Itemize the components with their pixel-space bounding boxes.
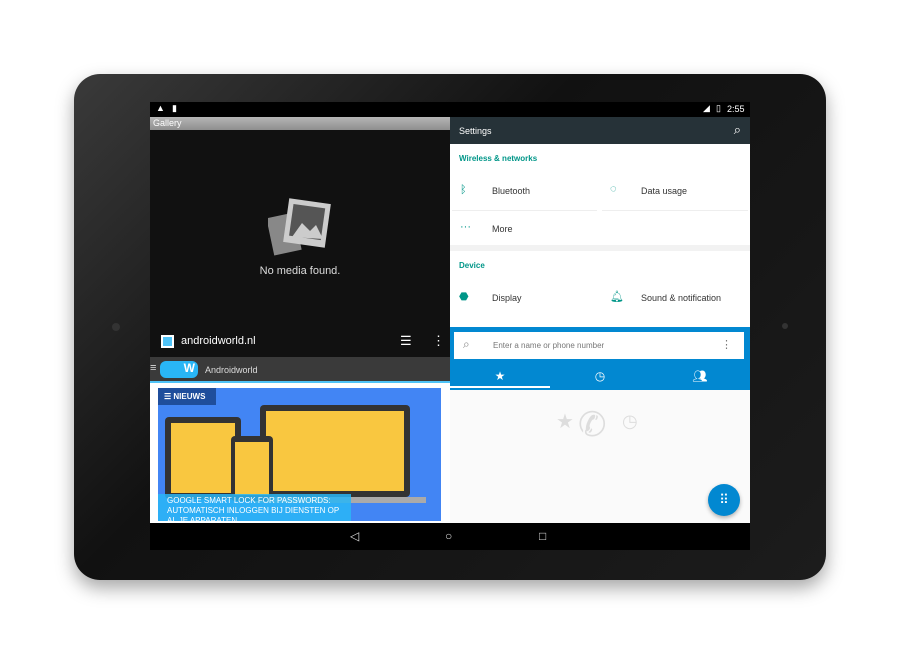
settings-title: Settings [459, 126, 492, 136]
contacts-icon: 👥︎ [692, 369, 708, 383]
menu-icon[interactable]: ⋮ [432, 333, 445, 349]
tabs-icon[interactable]: ☰ [400, 333, 412, 349]
settings-toolbar: Settings ⌕ [450, 117, 750, 144]
camera-dot [112, 323, 120, 331]
overflow-menu-icon[interactable]: ⋮ [721, 338, 732, 351]
empty-phone-icon: ✆ [578, 406, 607, 444]
site-name: Androidworld [205, 365, 258, 375]
wireless-section: Wireless & networks ᛒ Bluetooth ◌ Data u… [450, 144, 750, 245]
item-label: Bluetooth [492, 186, 531, 196]
category-badge: ☰ NIEUWS [158, 388, 216, 405]
divider [452, 210, 597, 211]
gallery-app: Gallery No media found. [150, 117, 450, 327]
browser-toolbar: androidworld.nl ☰ ⋮ [150, 327, 450, 357]
recents-button[interactable]: □ [539, 529, 546, 543]
contact-search-input[interactable]: ⌕ Enter a name or phone number ⋮ [454, 332, 744, 359]
clock-icon: ◷ [594, 369, 606, 383]
tab-contacts[interactable]: 👥︎ [650, 364, 750, 388]
sd-card-icon: ▮ [172, 103, 177, 113]
bluetooth-icon: ᛒ [460, 184, 467, 196]
home-button[interactable]: ○ [445, 529, 452, 543]
more-icon: ··· [460, 221, 471, 233]
search-icon[interactable]: ⌕ [734, 122, 741, 138]
badge-label: NIEUWS [173, 392, 206, 401]
androidworld-logo[interactable]: W [160, 361, 198, 378]
battery-icon: ▯ [716, 103, 721, 113]
url-bar[interactable]: androidworld.nl [181, 335, 256, 347]
search-icon: ⌕ [463, 337, 470, 351]
site-favicon [161, 335, 174, 348]
tablet-illustration [165, 417, 241, 499]
item-label: Sound & notification [641, 293, 722, 303]
tab-recents[interactable]: ◷ [550, 364, 650, 388]
navigation-bar: ◁ ○ □ [150, 523, 750, 550]
data-usage-icon: ◌ [610, 183, 617, 195]
divider [602, 210, 748, 211]
dialer-header: ⌕ Enter a name or phone number ⋮ ★ ◷ 👥︎ [450, 327, 750, 390]
gallery-empty-text: No media found. [259, 265, 341, 277]
phone-illustration [231, 436, 273, 501]
site-header: ≡ W Androidworld [150, 357, 450, 383]
settings-app: Settings ⌕ Wireless & networks ᛒ Bluetoo… [450, 117, 750, 327]
bell-icon: 🔔︎ [610, 291, 624, 303]
item-label: Data usage [641, 186, 688, 196]
star-icon: ★ [494, 369, 506, 383]
browser-app: androidworld.nl ☰ ⋮ ≡ W Androidworld ☰ N… [150, 327, 450, 523]
photos-icon [268, 198, 331, 256]
back-button[interactable]: ◁ [350, 529, 359, 543]
dialpad-fab[interactable]: ⠿ [708, 484, 740, 516]
signal-icon: ◢ [703, 103, 710, 113]
screen: ▲ ▮ ◢ ▯ 2:55 Gallery No media found. Set… [150, 102, 750, 550]
warning-icon: ▲ [156, 103, 165, 113]
clock: 2:55 [727, 104, 745, 114]
device-section: Device ⬣ Display 🔔︎ Sound & notification [450, 251, 750, 327]
section-header: Wireless & networks [459, 154, 538, 163]
display-icon: ⬣ [459, 291, 469, 303]
article-image[interactable]: ☰ NIEUWS GOOGLE SMART LOCK FOR PASSWORDS… [158, 388, 441, 521]
tab-favorites[interactable]: ★ [450, 364, 550, 388]
empty-clock-icon: ◷ [622, 411, 638, 431]
dialer-app: ⌕ Enter a name or phone number ⋮ ★ ◷ 👥︎ … [450, 327, 750, 523]
gallery-title: Gallery [150, 117, 450, 130]
section-header: Device [459, 261, 485, 270]
dialpad-icon: ⠿ [719, 492, 729, 507]
laptop-illustration [260, 405, 410, 497]
search-placeholder: Enter a name or phone number [493, 341, 605, 350]
item-label: More [492, 224, 513, 234]
sensor-dot [782, 323, 788, 329]
item-label: Display [492, 293, 522, 303]
status-bar: ▲ ▮ ◢ ▯ 2:55 [150, 102, 750, 117]
article-headline[interactable]: GOOGLE SMART LOCK FOR PASSWORDS: AUTOMAT… [158, 494, 351, 521]
empty-star-icon: ★ [556, 411, 574, 433]
hamburger-icon[interactable]: ≡ [150, 362, 156, 374]
